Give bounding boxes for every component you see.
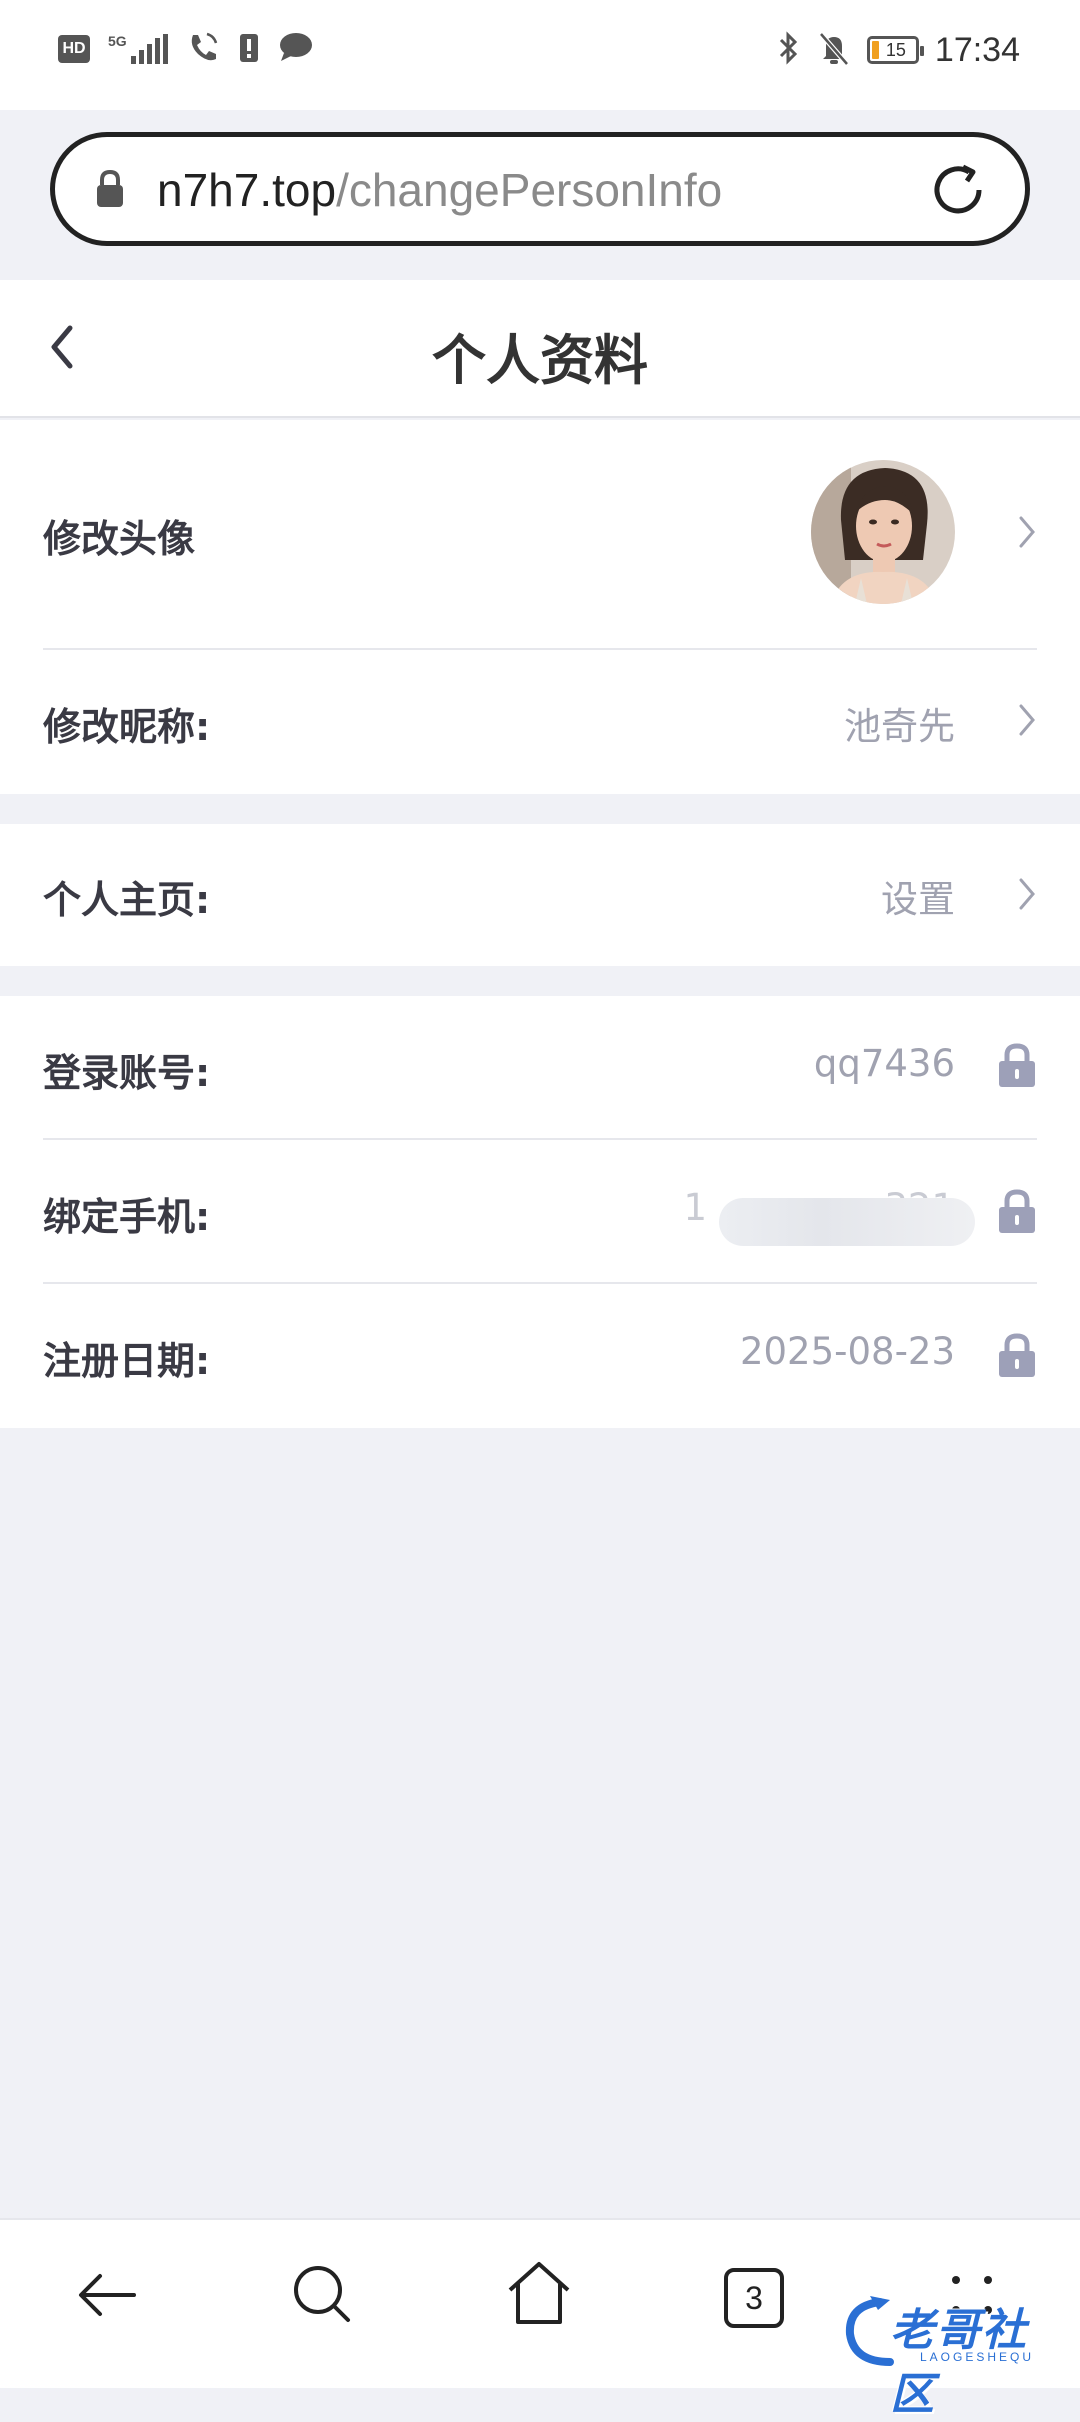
homepage-value: 设置 [881,878,955,921]
battery-level: 15 [885,39,906,60]
mute-icon [817,30,851,70]
lock-icon [997,1042,1037,1092]
network-label: 5G [108,33,127,49]
status-bar: HD 5G 15 17:34 [0,0,1080,110]
homepage-row[interactable]: 个人主页: 设置 [43,824,1037,966]
url-domain: n7h7.top [157,164,337,216]
watermark-logo: 老哥社区 LAOGESHEQU [840,2288,1070,2420]
register-date-value: 2025-08-23 [739,1330,955,1373]
profile-basic-group: 修改头像 修改昵称: 池奇先 [0,420,1080,794]
register-date-label: 注册日期: [43,1339,211,1383]
account-group: 登录账号: qq7436 绑定手机: 1 321 注册日期: 2025-08-2… [0,996,1080,1428]
phone-value-start: 1 [683,1186,707,1229]
search-icon[interactable] [290,2262,356,2332]
avatar-row-label: 修改头像 [43,517,196,561]
lock-icon [997,1332,1037,1382]
nickname-label: 修改昵称: [43,705,211,749]
account-value: qq7436 [813,1042,955,1085]
account-label: 登录账号: [43,1051,211,1095]
register-date-row: 注册日期: 2025-08-23 [43,1284,1037,1428]
home-icon[interactable] [504,2258,574,2332]
tabs-icon[interactable]: 3 [724,2268,784,2328]
chevron-right-icon [1017,702,1037,742]
watermark-subtext: LAOGESHEQU [920,2350,1035,2364]
nickname-value: 池奇先 [844,705,955,748]
status-bar-left: HD 5G [58,30,314,68]
homepage-group: 个人主页: 设置 [0,824,1080,966]
bluetooth-icon [777,30,801,70]
clock: 17:34 [934,30,1020,69]
url-path: /changePersonInfo [336,164,723,216]
page-title: 个人资料 [432,329,648,392]
url-text[interactable]: n7h7.top/changePersonInfo [157,165,722,215]
battery-icon: 15 [866,36,924,64]
nickname-row[interactable]: 修改昵称: 池奇先 [43,650,1037,794]
chevron-right-icon [1017,514,1037,554]
message-icon [278,31,314,67]
signal-icon: 5G [108,34,168,64]
wifi-calling-icon [186,30,220,68]
phone-label: 绑定手机: [43,1195,211,1239]
chevron-right-icon [1017,876,1037,916]
avatar-row[interactable]: 修改头像 [43,420,1037,648]
status-bar-right: 15 17:34 [777,30,1020,70]
page-header: 个人资料 [0,280,1080,418]
homepage-label: 个人主页: [43,878,211,922]
phone-row: 绑定手机: 1 321 [43,1140,1037,1282]
account-row: 登录账号: qq7436 [43,996,1037,1138]
phone-value-redaction [719,1198,975,1246]
tab-count: 3 [745,2279,763,2316]
back-arrow-icon[interactable] [74,2262,140,2332]
avatar[interactable] [811,460,955,604]
lock-icon [95,169,125,213]
lock-icon [997,1188,1037,1238]
reload-icon[interactable] [929,161,987,223]
sim-alert-icon [238,30,260,68]
address-bar[interactable]: n7h7.top/changePersonInfo [50,132,1030,246]
hd-badge: HD [58,35,90,63]
